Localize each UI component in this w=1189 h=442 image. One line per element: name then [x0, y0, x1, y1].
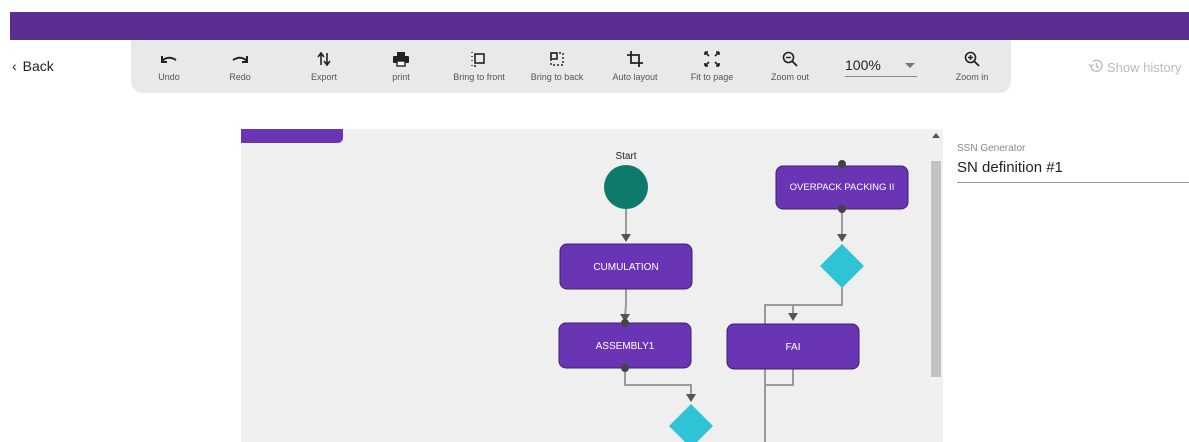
cumulation-label: CUMULATION	[593, 262, 658, 273]
zoom-out-icon	[758, 48, 822, 70]
overpack-in-port	[838, 160, 846, 168]
left-panel	[10, 129, 241, 442]
undo-button[interactable]: Undo	[137, 48, 201, 82]
export-label: Export	[310, 72, 337, 82]
fit-to-page-button[interactable]: Fit to page	[680, 48, 744, 82]
start-node[interactable]	[604, 165, 648, 209]
properties-panel: SSN Generator SN definition #1	[943, 129, 1189, 442]
zoom-in-button[interactable]: Zoom in	[940, 48, 1004, 82]
undo-label: Undo	[158, 72, 180, 82]
zoom-in-icon	[940, 48, 1004, 70]
back-label: Back	[22, 58, 54, 74]
undo-icon	[137, 48, 201, 70]
assembly1-in-port	[621, 319, 629, 327]
fit-to-page-icon	[680, 48, 744, 70]
print-label: print	[392, 72, 410, 82]
bring-to-back-icon	[525, 48, 589, 70]
zoom-in-label: Zoom in	[955, 72, 989, 82]
show-history-label: Show history	[1107, 60, 1182, 75]
zoom-select[interactable]: 100%	[845, 55, 917, 77]
zoom-value: 100%	[845, 57, 881, 73]
export-icon	[292, 48, 356, 70]
ssn-generator-field[interactable]: SN definition #1	[957, 159, 1189, 183]
bring-to-back-button[interactable]: Bring to back	[525, 48, 589, 82]
overpack-label: OVERPACK PACKING II	[790, 182, 895, 193]
back-button[interactable]: ‹ Back	[12, 58, 54, 74]
scrollbar-thumb[interactable]	[931, 161, 941, 377]
crop-icon	[603, 48, 667, 70]
assembly1-out-port	[621, 364, 629, 372]
diagram-canvas[interactable]: Start CUMULATION ASSEMBLY1 OVERPACK PACK…	[241, 129, 929, 442]
caret-down-icon	[905, 63, 915, 68]
history-icon	[1088, 58, 1104, 77]
top-app-bar	[10, 12, 1189, 40]
assembly1-label: ASSEMBLY1	[596, 341, 655, 352]
redo-button[interactable]: Redo	[208, 48, 272, 82]
fit-to-page-label: Fit to page	[690, 72, 734, 82]
print-icon	[369, 48, 433, 70]
scroll-up-arrow-icon[interactable]	[932, 133, 940, 138]
show-history-button[interactable]: Show history	[1088, 58, 1181, 77]
bring-to-front-icon	[447, 48, 511, 70]
print-button[interactable]: print	[369, 48, 433, 82]
redo-icon	[208, 48, 272, 70]
ssn-generator-label: SSN Generator	[957, 143, 1026, 154]
chevron-left-icon: ‹	[12, 58, 17, 74]
start-label: Start	[615, 151, 636, 162]
partial-node[interactable]	[241, 129, 343, 143]
bring-to-front-label: Bring to front	[453, 72, 505, 82]
redo-label: Redo	[229, 72, 251, 82]
bring-to-front-button[interactable]: Bring to front	[447, 48, 511, 82]
decision-node[interactable]	[669, 404, 713, 442]
zoom-out-button[interactable]: Zoom out	[758, 48, 822, 82]
bring-to-back-label: Bring to back	[530, 72, 584, 82]
auto-layout-label: Auto layout	[612, 72, 658, 82]
overpack-out-port	[838, 205, 846, 213]
auto-layout-button[interactable]: Auto layout	[603, 48, 667, 82]
export-button[interactable]: Export	[292, 48, 356, 82]
zoom-out-label: Zoom out	[770, 72, 810, 82]
decision-node[interactable]	[820, 244, 864, 288]
canvas-scrollbar[interactable]	[929, 129, 943, 442]
fai-label: FAI	[785, 342, 800, 353]
